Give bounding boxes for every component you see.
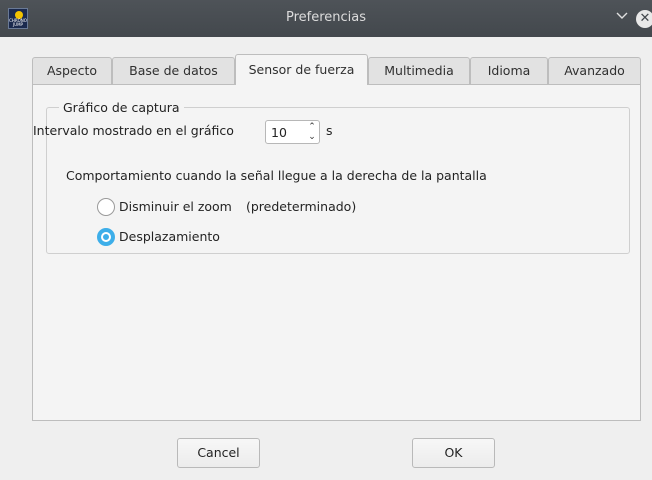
interval-unit: s [326,123,333,138]
group-title: Gráfico de captura [59,101,184,115]
tab-aspecto[interactable]: Aspecto [32,57,112,84]
radio-scroll[interactable] [97,228,115,246]
chevron-down-icon[interactable] [614,8,630,24]
tab-bar: Aspecto Base de datos Sensor de fuerza M… [32,54,641,85]
window-title: Preferencias [285,10,367,25]
tab-idioma[interactable]: Idioma [470,57,548,84]
radio-zoom-out[interactable] [97,198,115,216]
radio-scroll-label[interactable]: Desplazamiento [119,229,220,244]
interval-spinbox[interactable]: 10 ⌃ ⌄ [265,120,320,144]
radio-zoom-out-label[interactable]: Disminuir el zoom [119,199,232,214]
interval-value: 10 [271,125,287,140]
tab-sensor-de-fuerza[interactable]: Sensor de fuerza [235,54,368,85]
tab-multimedia[interactable]: Multimedia [368,57,470,84]
chevron-down-icon[interactable]: ⌄ [306,132,318,142]
cancel-button[interactable]: Cancel [177,438,260,468]
behavior-label: Comportamiento cuando la señal llegue a … [66,168,487,183]
default-note: (predeterminado) [246,199,357,214]
window-titlebar: CHRONO JUMP Preferencias ✕ [0,0,652,37]
tab-base-de-datos[interactable]: Base de datos [112,57,235,84]
close-icon[interactable]: ✕ [636,10,652,28]
interval-label: Intervalo mostrado en el gráfico [33,123,234,138]
tab-avanzado[interactable]: Avanzado [548,57,641,84]
ok-button[interactable]: OK [412,438,495,468]
chevron-up-icon[interactable]: ⌃ [306,122,318,132]
